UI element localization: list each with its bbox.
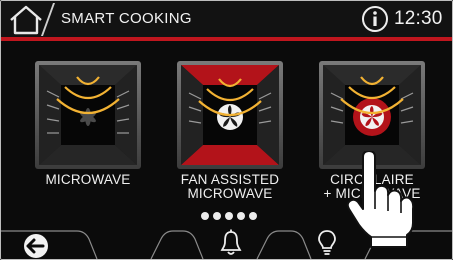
clock: 12:30 xyxy=(394,8,443,29)
light-bulb-icon[interactable] xyxy=(316,229,338,257)
mode-fan-assisted-microwave[interactable] xyxy=(177,61,283,169)
page-dot xyxy=(249,212,257,220)
page-dot xyxy=(237,212,245,220)
page-title: SMART COOKING xyxy=(61,10,192,27)
fan-assisted-microwave-oven-icon xyxy=(177,61,283,169)
pointing-hand-icon xyxy=(346,151,415,248)
mode-microwave-label: MICROWAVE xyxy=(45,172,131,187)
header-accent-line xyxy=(1,37,452,41)
page-dot xyxy=(213,212,221,220)
mode-microwave[interactable] xyxy=(35,61,141,169)
back-arrow-icon[interactable] xyxy=(23,233,49,259)
header-bar: SMART COOKING 12:30 xyxy=(1,1,452,37)
page-dot xyxy=(201,212,209,220)
screen: SMART COOKING 12:30 MICROWAVE FAN ASSIST… xyxy=(0,0,453,260)
info-icon[interactable] xyxy=(361,5,389,33)
page-dot xyxy=(225,212,233,220)
mode-fan-assisted-microwave-label: FAN ASSISTED MICROWAVE xyxy=(180,172,280,201)
bell-icon[interactable] xyxy=(219,229,243,257)
home-icon[interactable] xyxy=(7,5,45,35)
page-indicator xyxy=(201,212,261,222)
microwave-oven-icon xyxy=(35,61,141,169)
